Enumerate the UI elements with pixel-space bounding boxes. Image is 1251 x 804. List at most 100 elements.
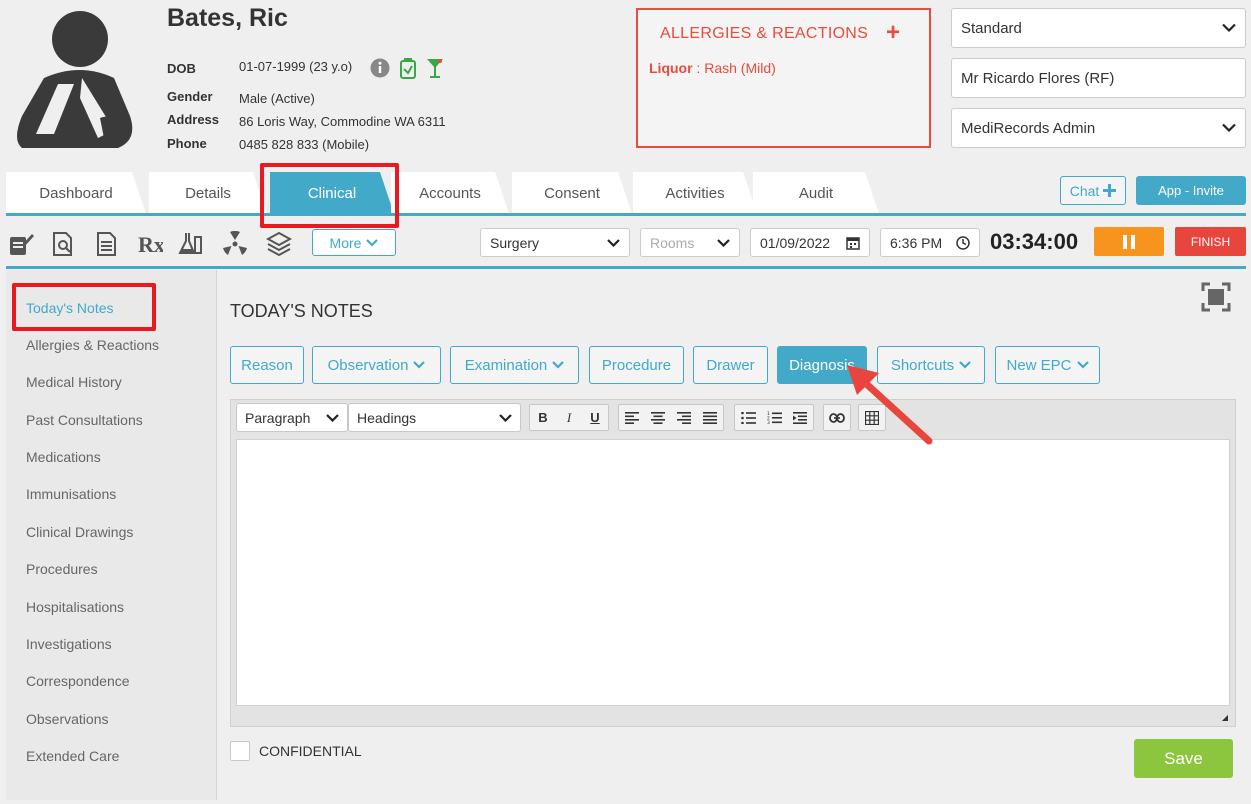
chat-button[interactable]: Chat <box>1060 176 1126 205</box>
add-allergy-icon[interactable]: + <box>886 19 900 47</box>
headings-select[interactable]: Headings <box>348 403 521 432</box>
sidebar-item-procedures[interactable]: Procedures <box>26 561 98 577</box>
sidebar-item-hospitalisations[interactable]: Hospitalisations <box>26 599 124 615</box>
consult-timer: 03:34:00 <box>990 229 1079 254</box>
allergy-name: Liquor <box>649 60 693 76</box>
address-value: 86 Loris Way, Commodine WA 6311 <box>239 114 446 129</box>
gender-label: Gender <box>167 89 213 104</box>
observation-button[interactable]: Observation <box>312 346 441 384</box>
app-invite-button[interactable]: App - Invite <box>1136 176 1246 205</box>
allergy-item[interactable]: Liquor : Rash (Mild) <box>649 60 776 76</box>
prescription-icon[interactable]: Rx <box>137 231 163 257</box>
list-group: 123 <box>734 404 814 431</box>
bullet-list-icon[interactable] <box>735 405 761 430</box>
allergies-title: ALLERGIES & REACTIONS <box>660 25 869 42</box>
chevron-down-icon <box>1076 361 1089 369</box>
sidebar-item-past-consultations[interactable]: Past Consultations <box>26 412 143 428</box>
admin-select[interactable]: MediRecords Admin <box>951 108 1246 148</box>
diagnosis-label: Diagnosis <box>789 356 855 374</box>
new-epc-button[interactable]: New EPC <box>995 346 1100 384</box>
smoking-status-icon[interactable] <box>399 57 417 79</box>
practitioner-value: Mr Ricardo Flores (RF) <box>961 69 1115 87</box>
drawer-button[interactable]: Drawer <box>693 346 768 384</box>
tab-clinical[interactable]: Clinical <box>270 172 394 214</box>
bold-button[interactable]: B <box>530 405 556 430</box>
notes-text-area[interactable] <box>236 439 1230 706</box>
align-right-icon[interactable] <box>671 405 697 430</box>
align-left-icon[interactable] <box>619 405 645 430</box>
text-style-group: B I U <box>529 404 609 431</box>
sidebar-item-todays-notes[interactable]: Today's Notes <box>26 300 114 316</box>
tab-details[interactable]: Details <box>149 172 267 214</box>
italic-button[interactable]: I <box>556 405 582 430</box>
reason-button[interactable]: Reason <box>230 346 304 384</box>
numbered-list-icon[interactable]: 123 <box>761 405 787 430</box>
tab-consent[interactable]: Consent <box>512 172 632 214</box>
headings-value: Headings <box>357 409 417 426</box>
align-justify-icon[interactable] <box>697 405 723 430</box>
sidebar-item-observations[interactable]: Observations <box>26 711 108 727</box>
chevron-down-icon <box>607 238 620 247</box>
rooms-select[interactable]: Rooms <box>640 228 740 257</box>
time-field[interactable]: 6:36 PM <box>880 228 980 257</box>
examination-button[interactable]: Examination <box>450 346 579 384</box>
sidebar-item-medications[interactable]: Medications <box>26 449 101 465</box>
sidebar-item-clinical-drawings[interactable]: Clinical Drawings <box>26 524 133 540</box>
patient-name: Bates, Ric <box>167 4 288 32</box>
chevron-down-icon <box>552 361 565 369</box>
confidential-label: CONFIDENTIAL <box>259 743 362 759</box>
form-icon[interactable] <box>94 231 120 257</box>
underline-button[interactable]: U <box>582 405 608 430</box>
lab-flask-icon[interactable] <box>178 231 204 257</box>
finish-button[interactable]: FINISH <box>1175 227 1246 256</box>
sidebar-item-medical-history[interactable]: Medical History <box>26 374 122 390</box>
chevron-down-icon <box>413 361 426 369</box>
time-value: 6:36 PM <box>890 234 943 251</box>
sidebar-item-immunisations[interactable]: Immunisations <box>26 486 116 502</box>
shortcuts-button[interactable]: Shortcuts <box>877 346 985 384</box>
pause-icon-bar <box>1123 234 1127 249</box>
more-button[interactable]: More <box>312 229 396 256</box>
practitioner-field[interactable]: Mr Ricardo Flores (RF) <box>951 58 1246 98</box>
template-select[interactable]: Standard <box>951 8 1246 48</box>
procedure-button[interactable]: Procedure <box>589 346 684 384</box>
diagnosis-button[interactable]: Diagnosis <box>777 346 867 384</box>
alcohol-cocktail-icon[interactable] <box>426 57 444 79</box>
tab-activities[interactable]: Activities <box>633 172 757 214</box>
svg-text:3: 3 <box>767 420 770 424</box>
toolbar-underline <box>6 266 1246 269</box>
tab-accounts[interactable]: Accounts <box>391 172 509 214</box>
sidebar-item-extended-care[interactable]: Extended Care <box>26 748 119 764</box>
paragraph-select[interactable]: Paragraph <box>236 403 348 432</box>
align-center-icon[interactable] <box>645 405 671 430</box>
date-field[interactable]: 01/09/2022 <box>750 228 870 257</box>
sidebar-item-investigations[interactable]: Investigations <box>26 636 112 652</box>
pause-button[interactable] <box>1094 227 1164 256</box>
save-button[interactable]: Save <box>1134 739 1233 778</box>
tab-audit[interactable]: Audit <box>753 172 879 214</box>
indent-icon[interactable] <box>787 405 813 430</box>
info-icon[interactable] <box>370 58 390 78</box>
address-label: Address <box>167 112 220 127</box>
date-value: 01/09/2022 <box>760 234 831 251</box>
rich-text-editor: Paragraph Headings B I U 123 ◢ <box>230 399 1236 727</box>
patient-avatar <box>17 11 133 148</box>
resize-handle-icon[interactable]: ◢ <box>1222 713 1228 722</box>
location-select[interactable]: Surgery <box>480 228 630 257</box>
radiation-icon[interactable] <box>222 231 248 257</box>
tab-dashboard[interactable]: Dashboard <box>6 172 146 214</box>
document-search-icon[interactable] <box>50 231 76 257</box>
sidebar-item-allergies[interactable]: Allergies & Reactions <box>26 337 159 353</box>
tabs-underline <box>6 213 1246 216</box>
link-group <box>823 404 851 431</box>
link-icon[interactable] <box>824 405 850 430</box>
notes-pen-icon[interactable] <box>8 231 34 257</box>
table-icon[interactable] <box>859 405 885 430</box>
chevron-down-icon <box>499 413 512 422</box>
sidebar-item-correspondence[interactable]: Correspondence <box>26 673 130 689</box>
stack-icon[interactable] <box>266 231 292 257</box>
confidential-checkbox[interactable] <box>230 741 250 761</box>
chevron-down-icon <box>1222 123 1236 133</box>
plus-icon <box>1103 184 1117 197</box>
fullscreen-icon[interactable] <box>1201 282 1231 312</box>
